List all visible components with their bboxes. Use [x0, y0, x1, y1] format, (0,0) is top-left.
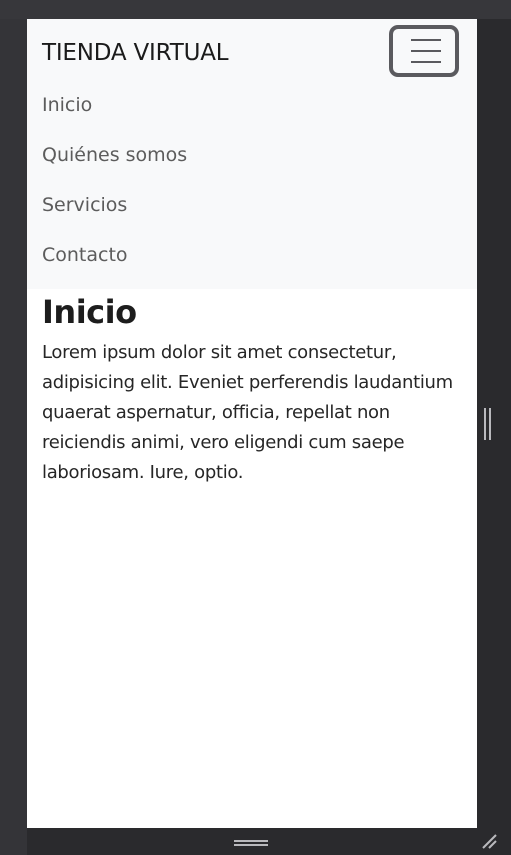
- navbar-toggler-button[interactable]: [389, 25, 459, 77]
- top-bezel: [0, 0, 511, 19]
- bottom-resize-handle[interactable]: [234, 840, 268, 846]
- hamburger-icon: [411, 39, 441, 41]
- navbar: TIENDA VIRTUAL Inicio Quiénes somos Serv…: [27, 19, 477, 289]
- navbar-brand[interactable]: TIENDA VIRTUAL: [42, 40, 229, 66]
- main-content: Inicio Lorem ipsum dolor sit amet consec…: [42, 289, 467, 488]
- nav-menu: Inicio Quiénes somos Servicios Contacto: [42, 89, 187, 289]
- device-frame: TIENDA VIRTUAL Inicio Quiénes somos Serv…: [0, 0, 511, 855]
- right-resize-gutter: [477, 19, 511, 828]
- right-resize-handle[interactable]: [484, 408, 491, 440]
- page-viewport: TIENDA VIRTUAL Inicio Quiénes somos Serv…: [27, 19, 477, 828]
- nav-item-inicio[interactable]: Inicio: [42, 89, 187, 139]
- corner-resize-icon[interactable]: [480, 832, 498, 850]
- page-title: Inicio: [42, 293, 137, 331]
- nav-item-contacto[interactable]: Contacto: [42, 239, 187, 289]
- nav-item-servicios[interactable]: Servicios: [42, 189, 187, 239]
- nav-item-quienes-somos[interactable]: Quiénes somos: [42, 139, 187, 189]
- intro-paragraph: Lorem ipsum dolor sit amet consectetur, …: [42, 342, 453, 483]
- bottom-resize-gutter: [27, 828, 511, 855]
